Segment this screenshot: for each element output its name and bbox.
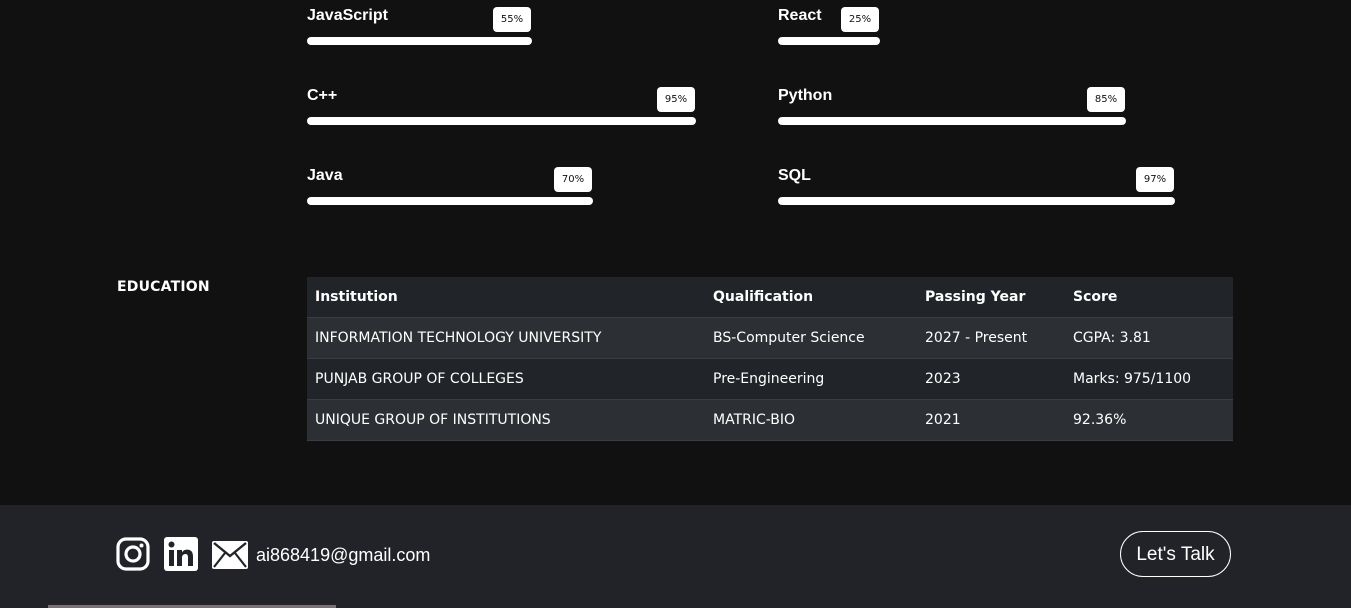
cell-qualification: MATRIC-BIO (705, 399, 917, 441)
skill-percent-badge: 95% (657, 87, 695, 112)
cell-institution: UNIQUE GROUP OF INSTITUTIONS (307, 399, 705, 441)
skill-name: JavaScript (307, 7, 388, 24)
instagram-icon[interactable] (116, 537, 150, 571)
skill-name: Python (778, 87, 833, 104)
education-heading: EDUCATION (117, 279, 210, 295)
skill-progress-bar (307, 197, 593, 205)
cell-score: 92.36% (1065, 399, 1233, 441)
header-passing-year: Passing Year (917, 277, 1065, 318)
cell-institution: PUNJAB GROUP OF COLLEGES (307, 358, 705, 400)
table-header-row: Institution Qualification Passing Year S… (307, 277, 1233, 318)
cell-qualification: BS-Computer Science (705, 317, 917, 359)
mail-icon[interactable] (212, 541, 248, 569)
cell-score: CGPA: 3.81 (1065, 317, 1233, 359)
skill-progress-bar (778, 197, 1175, 205)
education-table: Institution Qualification Passing Year S… (307, 277, 1233, 441)
skill-name: C++ (307, 87, 338, 104)
skill-percent-badge: 25% (841, 7, 879, 32)
cell-passing-year: 2021 (917, 399, 1065, 441)
lets-talk-button[interactable]: Let's Talk (1120, 531, 1231, 577)
table-row: INFORMATION TECHNOLOGY UNIVERSITY BS-Com… (307, 317, 1233, 359)
header-institution: Institution (307, 277, 705, 318)
cell-institution: INFORMATION TECHNOLOGY UNIVERSITY (307, 317, 705, 359)
cell-qualification: Pre-Engineering (705, 358, 917, 400)
skill-percent-badge: 70% (554, 167, 592, 192)
skill-progress-bar (307, 117, 696, 125)
table-row: UNIQUE GROUP OF INSTITUTIONS MATRIC-BIO … (307, 399, 1233, 441)
header-score: Score (1065, 277, 1233, 318)
skill-percent-badge: 55% (493, 7, 531, 32)
skill-name: Java (307, 167, 343, 184)
skill-percent-badge: 97% (1136, 167, 1174, 192)
skill-progress-bar (778, 37, 880, 45)
skill-progress-bar (778, 117, 1126, 125)
linkedin-icon[interactable] (164, 537, 198, 571)
cell-passing-year: 2023 (917, 358, 1065, 400)
table-row: PUNJAB GROUP OF COLLEGES Pre-Engineering… (307, 358, 1233, 400)
email-link[interactable]: ai868419@gmail.com (256, 545, 430, 566)
skill-progress-bar (307, 37, 532, 45)
cell-score: Marks: 975/1100 (1065, 358, 1233, 400)
skill-name: SQL (778, 167, 811, 184)
cell-passing-year: 2027 - Present (917, 317, 1065, 359)
skill-percent-badge: 85% (1087, 87, 1125, 112)
skill-name: React (778, 7, 822, 24)
header-qualification: Qualification (705, 277, 917, 318)
portfolio-page: JavaScript 55% React 25% C++ 95% Python … (0, 0, 1351, 608)
